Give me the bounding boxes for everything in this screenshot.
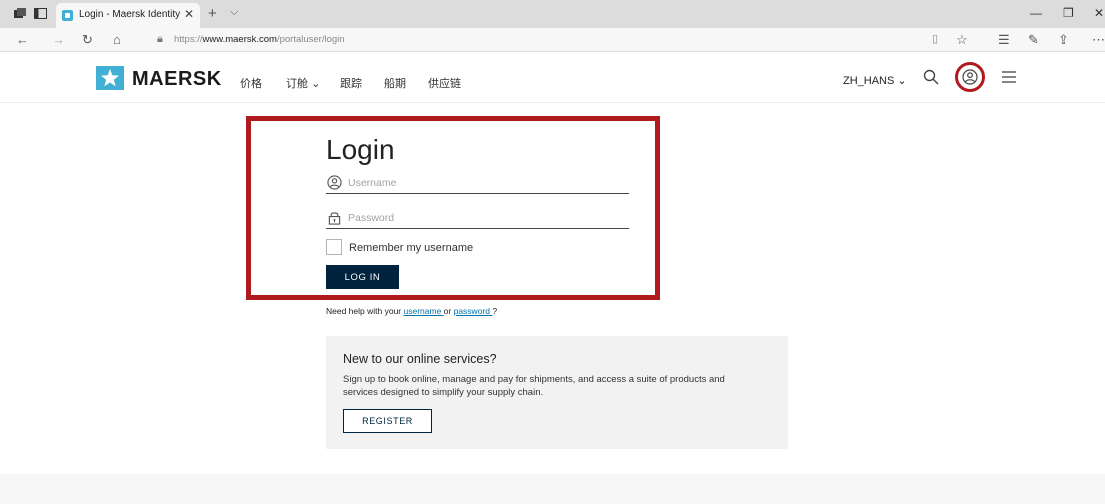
password-input[interactable] [348,209,618,226]
login-button[interactable]: LOG IN [326,265,399,289]
home-icon[interactable]: ⌂ [113,32,121,47]
footer-band [0,474,1105,504]
back-arrow-icon[interactable]: ← [16,32,29,47]
user-icon [327,175,342,190]
page-title: Login [326,134,395,165]
browser-tab-active[interactable]: Login - Maersk Identity ✕ [56,3,200,28]
lock-icon[interactable]: 🔒︎ [157,33,163,46]
nav-item-prices[interactable]: 价格 [240,75,262,91]
username-field[interactable] [326,172,629,194]
password-field[interactable] [326,207,629,229]
remember-username-label[interactable]: Remember my username [349,242,473,254]
remember-username-checkbox[interactable] [326,239,342,255]
refresh-icon[interactable]: ↻ [82,32,93,48]
maersk-favicon-icon [62,10,73,21]
address-bar: ← → ↻ ⌂ 🔒︎ https://www.maersk.com/portal… [0,28,1105,52]
user-profile-icon[interactable] [962,69,978,85]
help-text: Need help with your username or password… [326,306,498,316]
register-card: New to our online services? Sign up to b… [326,336,788,449]
more-options-icon[interactable]: ⋯ [1092,32,1105,48]
hamburger-menu-icon[interactable] [1001,70,1017,84]
chevron-down-icon: ⌄ [311,78,321,90]
nav-item-supply-chain[interactable]: 供应链 [428,75,461,91]
nav-item-schedules[interactable]: 船期 [384,75,406,91]
nav-item-booking[interactable]: 订舱 ⌄ [286,75,320,91]
pen-notes-icon[interactable]: ✎ [1028,32,1039,48]
reading-view-icon[interactable]: ▯ [932,32,938,45]
tab-close-icon[interactable]: ✕ [184,7,194,21]
register-button[interactable]: REGISTER [343,409,432,433]
username-input[interactable] [348,174,618,191]
register-title: New to our online services? [343,352,497,366]
tab-actions-icon[interactable] [34,8,47,19]
workspaces-icon[interactable] [14,8,27,19]
new-tab-button[interactable]: + [208,5,217,22]
padlock-icon [328,212,341,225]
forgot-password-link[interactable]: password [454,306,493,316]
restore-icon[interactable]: ❐ [1063,6,1074,20]
window-close-icon[interactable]: ✕ [1094,6,1104,20]
register-description: Sign up to book online, manage and pay f… [343,374,725,398]
forward-arrow-icon[interactable]: → [52,32,65,47]
browser-tab-strip: Login - Maersk Identity ✕ + ⌵ — ❐ ✕ [0,0,1105,28]
maersk-wordmark[interactable]: MAERSK [132,68,222,91]
chevron-down-icon: ⌄ [897,75,907,87]
url-field[interactable]: https://www.maersk.com/portaluser/login [174,34,345,45]
favorite-star-icon[interactable]: ☆ [956,32,968,48]
tab-title: Login - Maersk Identity [79,9,181,20]
share-icon[interactable]: ⇪ [1058,32,1069,48]
forgot-username-link[interactable]: username [404,306,444,316]
tab-list-chevron-icon[interactable]: ⌵ [230,6,238,19]
language-selector[interactable]: ZH_HANS ⌄ [843,74,907,87]
minimize-icon[interactable]: — [1030,6,1042,20]
site-header: MAERSK 价格 订舱 ⌄ 跟踪 船期 供应链 ZH_HANS ⌄ [0,52,1105,103]
favorites-list-icon[interactable]: ☰ [998,32,1010,48]
search-icon[interactable] [923,69,939,85]
nav-item-tracking[interactable]: 跟踪 [340,75,362,91]
maersk-star-logo-icon[interactable] [96,66,124,90]
